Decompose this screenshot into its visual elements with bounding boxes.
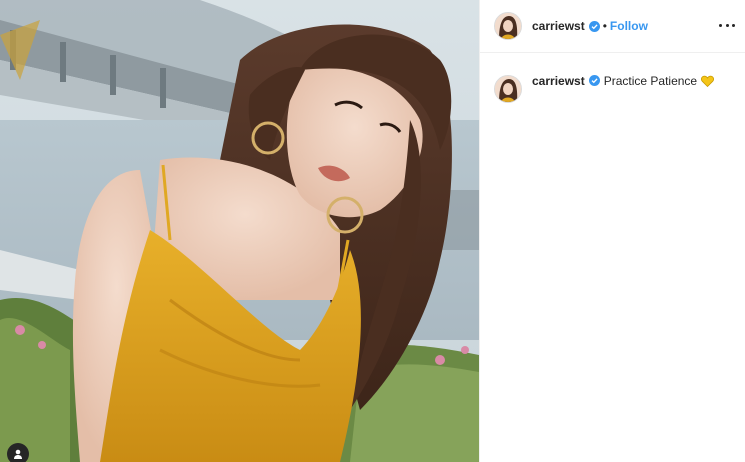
caption-body: carriewst Practice Patience [532,73,715,89]
user-tag-icon[interactable] [7,443,29,462]
follow-button[interactable]: Follow [610,19,648,33]
post-side-panel: carriewst • Follow carriewst Practice Pa… [479,0,745,462]
more-options-icon[interactable] [719,17,735,33]
verified-badge-icon [588,75,600,86]
yellow-heart-icon [701,75,715,87]
post-image [0,0,479,462]
caption-avatar[interactable] [494,75,522,103]
caption-text: Practice Patience [603,74,698,88]
post-photo[interactable] [0,0,479,462]
post-header: carriewst • Follow [480,0,745,53]
caption-username[interactable]: carriewst [532,74,585,88]
separator-dot: • [602,19,607,33]
caption-comment: carriewst Practice Patience [480,53,745,103]
header-username[interactable]: carriewst [532,19,585,33]
avatar[interactable] [494,12,522,40]
verified-badge-icon [588,20,600,32]
